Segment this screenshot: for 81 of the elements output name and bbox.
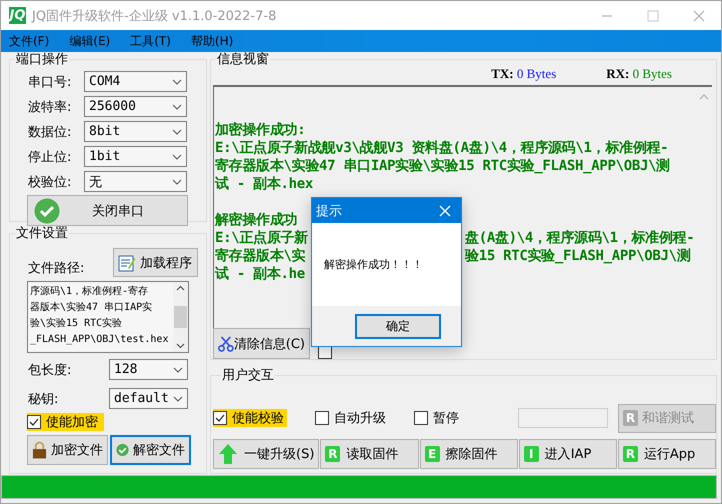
caret-icon — [172, 78, 182, 84]
log-line: 加密操作成功: — [215, 122, 306, 138]
menu-item[interactable]: 文件(F) — [9, 32, 50, 50]
field-label: 秘钥: — [28, 390, 60, 408]
close-icon[interactable] — [693, 10, 705, 22]
clear-info-button[interactable]: 清除信息(C) — [213, 328, 310, 359]
check-icon — [116, 442, 129, 458]
action-button[interactable]: R 运行App — [618, 439, 716, 469]
field-label: 校验位: — [28, 174, 72, 190]
log-line: 解密操作成功 — [215, 212, 298, 228]
caret-icon — [172, 104, 182, 110]
scroll-up-icon[interactable] — [176, 285, 185, 291]
field-label: 数据位: — [28, 124, 72, 140]
dropdown[interactable]: default — [109, 388, 188, 409]
checkmark-icon — [28, 416, 40, 428]
letter-icon: R — [622, 446, 638, 462]
up-arrow-icon — [218, 443, 238, 465]
menu-item[interactable]: 帮助(H) — [190, 32, 234, 50]
group-title: 文件设置 — [15, 226, 69, 241]
action-button[interactable]: E 擦除固件 — [420, 439, 518, 469]
file-button[interactable]: 加密文件 — [27, 435, 108, 465]
letter-icon: I — [524, 446, 539, 462]
scissors-icon — [218, 334, 234, 352]
maximize-icon[interactable] — [647, 10, 659, 22]
dropdown[interactable]: 无 — [84, 171, 187, 192]
action-button[interactable]: R 读取固件 — [320, 439, 419, 469]
letter-icon: R — [623, 410, 638, 426]
action-button[interactable]: I 进入IAP — [518, 439, 617, 469]
file-path-field[interactable]: 序源码\1，标准例程-寄存 器版本\实验47 串口IAP实 验\实验15 RTC实验 _FLASH_APP\OBJ\test.hex — [27, 281, 189, 353]
load-program-button[interactable]: 加载程序 — [113, 248, 198, 277]
log-line: 试 - 副本.hex — [215, 176, 314, 192]
log-line: E:\正点原子新 — [215, 229, 308, 247]
notepad-icon — [118, 254, 136, 272]
dropdown[interactable]: COM4 — [84, 71, 187, 92]
rx-counter: RX: 0 Bytes — [606, 66, 672, 82]
field-label: 停止位: — [28, 148, 72, 166]
scrollbar[interactable] — [173, 282, 188, 352]
log-line: 盘(A盘)\4，程序源码\1，标准例程- — [465, 229, 694, 247]
dropdown[interactable]: 1bit — [84, 146, 187, 167]
field-label: 文件路径: — [28, 260, 84, 277]
ok-button[interactable]: 确定 — [355, 314, 441, 338]
menu-item[interactable]: 工具(T) — [130, 32, 171, 50]
field-label: 波特率: — [28, 98, 72, 116]
group-title: 信息视窗 — [216, 52, 270, 67]
dropdown[interactable]: 8bit — [84, 121, 187, 142]
caret-icon — [173, 396, 183, 402]
log-line: 试 - 副本.he — [215, 266, 305, 282]
dropdown[interactable]: 128 — [109, 359, 188, 380]
lock-icon — [32, 441, 47, 459]
caret-icon — [172, 178, 182, 184]
tx-counter: TX: 0 Bytes — [491, 66, 556, 82]
action-button[interactable]: 一键升级(S) — [213, 439, 320, 469]
caret-icon — [173, 366, 183, 372]
input-field[interactable] — [518, 408, 608, 428]
check-icon — [34, 198, 60, 224]
option-checkbox[interactable]: 暂停 — [414, 409, 465, 427]
log-line: 寄存器版本\实 — [215, 247, 306, 265]
option-checkbox[interactable]: 使能校验 — [213, 409, 287, 427]
caret-icon — [172, 154, 182, 160]
log-line: 寄存器版本\实验47 串口IAP实验\实验15 RTC实验_FLASH_APP\OBJ\测 — [215, 158, 670, 174]
dropdown[interactable]: 256000 — [84, 96, 187, 117]
option-checkbox[interactable]: 自动升级 — [315, 409, 392, 427]
scroll-down-icon[interactable] — [176, 343, 185, 349]
caret-icon — [172, 128, 182, 134]
app-logo: JQ — [9, 7, 26, 24]
field-label: 串口号: — [28, 74, 72, 90]
field-label: 包长度: — [28, 362, 72, 378]
log-line: E:\正点原子新战舰v3\战舰V3 资料盘(A盘)\4，程序源码\1，标准例程- — [215, 140, 668, 156]
file-button[interactable]: 解密文件 — [110, 435, 191, 465]
letter-icon: R — [325, 446, 340, 462]
close-port-button[interactable]: 关闭串口 — [27, 195, 188, 226]
window-title: JQ固件升级软件-企业级 v1.1.0-2022-7-8 — [32, 8, 276, 24]
group-title: 用户交互 — [221, 368, 275, 383]
group-title: 端口操作 — [15, 52, 69, 67]
dialog-message: 解密操作成功！！！ — [324, 257, 423, 272]
dialog-title: 提示 — [316, 202, 342, 220]
menu-item[interactable]: 编辑(E) — [69, 32, 110, 50]
log-line: 验15 RTC实验_FLASH_APP\OBJ\测 — [465, 247, 691, 265]
letter-icon: E — [424, 446, 440, 462]
checkmark-icon — [214, 412, 226, 424]
encrypt-checkbox[interactable]: 使能加密 — [27, 413, 104, 431]
